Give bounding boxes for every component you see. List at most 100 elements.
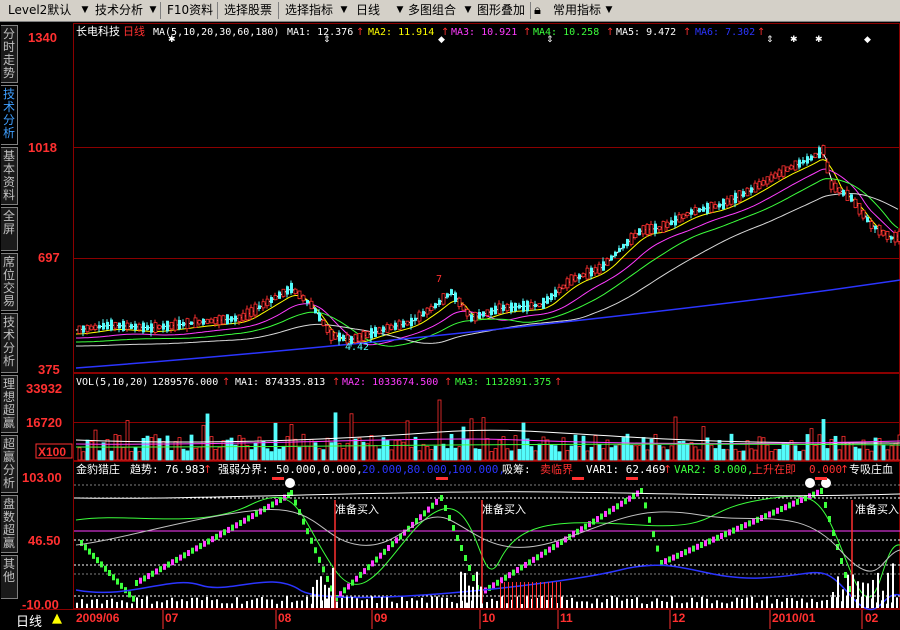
volume-bar	[705, 437, 710, 461]
indicator-bar	[716, 600, 718, 608]
indicator-bar	[196, 597, 198, 608]
volume-bar	[581, 435, 586, 461]
candle-body	[614, 251, 617, 257]
indicator-step	[419, 514, 422, 521]
daily-button[interactable]: 日线	[356, 2, 380, 19]
indicator-step	[704, 540, 707, 547]
dropdown-arrow-icon[interactable]: ▼	[339, 4, 349, 17]
volume-bar	[81, 451, 86, 461]
overlay-button[interactable]: 图形叠加	[477, 2, 525, 19]
tech-analysis-menu[interactable]: 技术分析	[95, 2, 143, 19]
level2-menu[interactable]: Level2默认	[8, 2, 71, 19]
dropdown-arrow-icon[interactable]: ▼	[604, 4, 614, 17]
volume-bar	[473, 448, 478, 461]
svg-text:↑: ↑	[356, 27, 364, 38]
dropdown-arrow-icon[interactable]: ▼	[395, 4, 405, 17]
volume-bar	[569, 445, 574, 461]
date-tick: 2010/01	[772, 611, 816, 625]
candle-body	[137, 323, 142, 331]
indicator-step	[347, 583, 350, 590]
indicator-step	[104, 565, 107, 572]
indicator-step	[223, 529, 226, 536]
f10-button[interactable]: F10资料	[167, 2, 213, 19]
candle-body	[301, 295, 306, 302]
candle-body	[753, 182, 758, 193]
dropdown-arrow-icon[interactable]: ▼	[148, 4, 158, 17]
indicator-bar	[731, 601, 733, 608]
indicator-step	[784, 504, 787, 511]
indicator-step	[147, 573, 150, 580]
indicator-step	[520, 564, 523, 571]
select-indicator-button[interactable]: 选择指标	[285, 2, 333, 19]
indicator-bar	[456, 603, 458, 608]
vol-unit: X100	[38, 445, 66, 459]
indicator-bar	[131, 603, 133, 608]
indicator-bar	[341, 597, 343, 608]
daily-tab[interactable]: 日线	[16, 611, 42, 630]
indicator-step	[756, 516, 759, 523]
candle-body	[361, 331, 366, 341]
split-val: 80.000,	[407, 463, 453, 476]
volume-bar	[373, 445, 378, 461]
indicator-step	[155, 568, 158, 575]
indicator-bar	[181, 599, 183, 608]
volume-bar	[773, 449, 778, 461]
svg-text:↑: ↑	[757, 27, 765, 38]
indicator-step	[247, 515, 250, 522]
indicator-step	[668, 556, 671, 563]
candle-body	[850, 194, 853, 202]
candle-body	[569, 274, 574, 286]
indicator-bar	[332, 567, 334, 608]
candle-body	[677, 214, 682, 223]
indicator-bar	[426, 602, 428, 608]
candle-body	[485, 309, 490, 316]
indicator-step	[444, 505, 447, 511]
volume-bar	[613, 445, 618, 461]
indicator-bar	[136, 597, 138, 608]
candle-body	[382, 326, 385, 333]
date-tick: 02	[865, 611, 879, 625]
candle-body	[789, 165, 794, 170]
indicator-step	[343, 587, 346, 594]
volume-bar	[549, 444, 554, 461]
indicator-step	[363, 568, 366, 575]
indicator-step	[427, 506, 430, 513]
separator	[160, 2, 161, 19]
buy-ready-label: 准备买入	[855, 502, 899, 516]
indicator-bar	[701, 596, 703, 608]
candle-body	[470, 314, 473, 322]
dropdown-arrow-icon[interactable]: ▼	[80, 4, 90, 17]
volume-bar	[277, 448, 282, 461]
candle-body	[482, 311, 485, 317]
volume-bar	[709, 444, 714, 461]
volume-bar	[505, 448, 510, 461]
date-tick: 11	[560, 611, 573, 625]
candle-body	[89, 325, 94, 331]
candle-body	[454, 292, 457, 302]
multi-combo-button[interactable]: 多图组合	[408, 2, 456, 19]
candle-body	[465, 309, 470, 317]
signal-marker-icon: ⇕	[766, 35, 774, 45]
indicator-step	[572, 531, 575, 538]
indicator-step	[92, 552, 95, 559]
indicator-step	[620, 500, 623, 507]
select-stock-button[interactable]: 选择股票	[224, 2, 272, 19]
candle-body	[581, 273, 586, 278]
volume-bar	[369, 435, 374, 461]
volume-bar	[697, 449, 702, 461]
volume-bar	[821, 419, 826, 461]
indicator-step	[259, 508, 262, 515]
indicator-bar	[576, 601, 578, 608]
indicator-step	[239, 520, 242, 526]
indicator-bar	[651, 601, 653, 608]
dropdown-arrow-icon[interactable]: ▼	[463, 4, 473, 17]
volume-bar	[785, 443, 790, 461]
indicator-bar	[306, 596, 308, 608]
indicator-bar	[366, 599, 368, 608]
triangle-up-icon[interactable]: ▲	[52, 611, 62, 626]
common-indicators-button[interactable]: 常用指标	[553, 2, 601, 19]
absorb-label: 吸筹:	[502, 462, 531, 476]
indicator-step	[720, 533, 723, 539]
indicator-step	[423, 510, 426, 517]
lock-icon[interactable]: 🔒︎	[534, 2, 541, 19]
